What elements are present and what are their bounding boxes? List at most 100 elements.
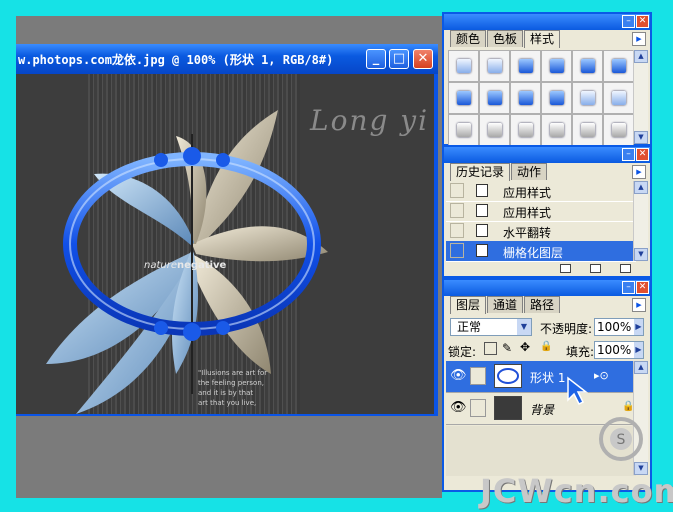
style-swatch[interactable] bbox=[510, 50, 541, 82]
style-swatch[interactable] bbox=[448, 50, 479, 82]
styles-panel[interactable]: – ✕ 颜色 色板 样式 ▶ ▲ ▼ bbox=[442, 12, 652, 146]
panel-close-icon[interactable]: ✕ bbox=[636, 281, 649, 294]
panel-minimize-icon[interactable]: – bbox=[622, 15, 635, 28]
history-item[interactable]: 应用样式 bbox=[446, 181, 636, 202]
image-canvas[interactable]: Long yi naturenegative "Illusions are ar… bbox=[16, 74, 434, 414]
tab-styles[interactable]: 样式 bbox=[524, 30, 561, 48]
history-scrollbar[interactable]: ▲ ▼ bbox=[633, 181, 648, 261]
style-swatch[interactable] bbox=[572, 50, 603, 82]
blend-mode-select[interactable]: 正常 ▼ bbox=[450, 318, 532, 336]
scroll-up-icon[interactable]: ▲ bbox=[634, 361, 648, 374]
history-item[interactable]: 应用样式 bbox=[446, 201, 636, 222]
history-item-label: 栅格化图层 bbox=[503, 246, 564, 260]
history-item-label: 应用样式 bbox=[503, 186, 552, 200]
watermark-text: JCWcn.com bbox=[480, 472, 673, 510]
panel-close-icon[interactable]: ✕ bbox=[636, 15, 649, 28]
style-swatch[interactable] bbox=[603, 82, 634, 114]
signature-text: Long yi bbox=[310, 104, 430, 137]
tab-paths[interactable]: 路径 bbox=[524, 296, 561, 313]
history-snapshot-box[interactable] bbox=[450, 203, 464, 218]
tab-layers[interactable]: 图层 bbox=[450, 296, 487, 314]
create-snapshot-icon[interactable] bbox=[590, 264, 601, 273]
trash-icon[interactable] bbox=[620, 264, 631, 273]
fill-label: 填充: bbox=[566, 345, 595, 359]
scroll-up-icon[interactable]: ▲ bbox=[634, 50, 648, 63]
style-swatch[interactable] bbox=[603, 114, 634, 146]
panel-minimize-icon[interactable]: – bbox=[622, 281, 635, 294]
eye-icon[interactable]: 👁 bbox=[450, 367, 467, 385]
history-panel-titlebar[interactable]: – ✕ bbox=[444, 147, 650, 163]
style-swatch[interactable] bbox=[572, 82, 603, 114]
tab-channels[interactable]: 通道 bbox=[487, 296, 524, 313]
scroll-down-icon[interactable]: ▼ bbox=[634, 131, 648, 144]
mouse-cursor-icon bbox=[567, 376, 588, 406]
history-panel[interactable]: – ✕ 历史记录 动作 ▶ 应用样式 应用样式 水平翻转 栅格化图层 ▲ ▼ bbox=[442, 145, 652, 278]
style-swatch[interactable] bbox=[510, 82, 541, 114]
style-swatch-grid bbox=[448, 50, 636, 148]
style-swatch[interactable] bbox=[541, 82, 572, 114]
history-item[interactable]: 水平翻转 bbox=[446, 221, 636, 242]
quote-text: "Illusions are art for the feeling perso… bbox=[198, 369, 268, 407]
scroll-up-icon[interactable]: ▲ bbox=[634, 181, 648, 194]
styles-panel-titlebar[interactable]: – ✕ bbox=[444, 14, 650, 30]
history-item-label: 应用样式 bbox=[503, 206, 552, 220]
panel-menu-arrow-icon[interactable]: ▶ bbox=[632, 298, 646, 312]
negative-caption: naturenegative bbox=[144, 260, 227, 271]
document-titlebar[interactable]: w.photops.com龙依.jpg @ 100% (形状 1, RGB/8#… bbox=[16, 44, 438, 74]
style-swatch[interactable] bbox=[541, 50, 572, 82]
maximize-button[interactable]: □ bbox=[389, 49, 409, 69]
lock-brush-icon[interactable]: ✎ bbox=[502, 341, 512, 355]
layer-name[interactable]: 背景 bbox=[530, 401, 554, 418]
brush-link-icon[interactable] bbox=[470, 367, 486, 385]
scroll-down-icon[interactable]: ▼ bbox=[634, 248, 648, 261]
style-swatch[interactable] bbox=[510, 114, 541, 146]
panel-close-icon[interactable]: ✕ bbox=[636, 148, 649, 161]
history-item-label: 水平翻转 bbox=[503, 226, 552, 240]
layers-panel-titlebar[interactable]: – ✕ bbox=[444, 280, 650, 296]
style-swatch[interactable] bbox=[541, 114, 572, 146]
eye-icon[interactable]: 👁 bbox=[450, 399, 467, 417]
panel-minimize-icon[interactable]: – bbox=[622, 148, 635, 161]
history-snapshot-box[interactable] bbox=[450, 243, 464, 258]
opacity-value: 100% bbox=[597, 320, 632, 334]
styles-scrollbar[interactable]: ▲ ▼ bbox=[633, 50, 648, 144]
tab-history[interactable]: 历史记录 bbox=[450, 163, 511, 181]
layer-effects-icon[interactable]: ▸⊙ bbox=[594, 369, 609, 382]
document-title: w.photops.com龙依.jpg @ 100% (形状 1, RGB/8#… bbox=[18, 53, 334, 67]
panel-menu-arrow-icon[interactable]: ▶ bbox=[632, 165, 646, 179]
style-swatch[interactable] bbox=[603, 50, 634, 82]
tab-actions[interactable]: 动作 bbox=[511, 163, 548, 180]
style-swatch[interactable] bbox=[479, 82, 510, 114]
watermark-badge-icon: S bbox=[599, 417, 643, 461]
fill-value: 100% bbox=[597, 343, 632, 357]
layer-name[interactable]: 形状 1 bbox=[530, 369, 565, 386]
style-swatch[interactable] bbox=[479, 50, 510, 82]
chevron-right-icon[interactable]: ▶ bbox=[634, 319, 643, 335]
opacity-input[interactable]: 100% ▶ bbox=[594, 318, 644, 336]
close-button[interactable]: ✕ bbox=[413, 49, 433, 69]
chevron-down-icon[interactable]: ▼ bbox=[517, 319, 531, 335]
document-window[interactable]: w.photops.com龙依.jpg @ 100% (形状 1, RGB/8#… bbox=[16, 44, 438, 416]
lock-move-icon[interactable]: ✥ bbox=[520, 340, 530, 354]
style-swatch[interactable] bbox=[479, 114, 510, 146]
tab-swatches[interactable]: 色板 bbox=[487, 30, 524, 47]
history-item-selected[interactable]: 栅格化图层 bbox=[446, 241, 636, 262]
lock-transparent-icon[interactable] bbox=[484, 342, 497, 355]
history-snapshot-box[interactable] bbox=[450, 223, 464, 238]
lock-all-icon[interactable]: 🔒 bbox=[540, 341, 552, 352]
chevron-right-icon[interactable]: ▶ bbox=[634, 342, 643, 358]
tab-color[interactable]: 颜色 bbox=[450, 30, 487, 47]
style-swatch[interactable] bbox=[448, 114, 479, 146]
layer-row-shape[interactable]: 👁 形状 1 ▸⊙ bbox=[446, 361, 636, 393]
lock-label: 锁定: bbox=[448, 345, 477, 359]
style-swatch[interactable] bbox=[448, 82, 479, 114]
styles-tab-strip: 颜色 色板 样式 bbox=[450, 30, 561, 48]
style-swatch[interactable] bbox=[572, 114, 603, 146]
fill-input[interactable]: 100% ▶ bbox=[594, 341, 644, 359]
history-snapshot-box[interactable] bbox=[450, 183, 464, 198]
link-slot-icon[interactable] bbox=[470, 399, 486, 417]
new-document-from-state-icon[interactable] bbox=[560, 264, 571, 273]
history-tab-strip: 历史记录 动作 bbox=[450, 163, 548, 181]
panel-menu-arrow-icon[interactable]: ▶ bbox=[632, 32, 646, 46]
minimize-button[interactable]: _ bbox=[366, 49, 386, 69]
